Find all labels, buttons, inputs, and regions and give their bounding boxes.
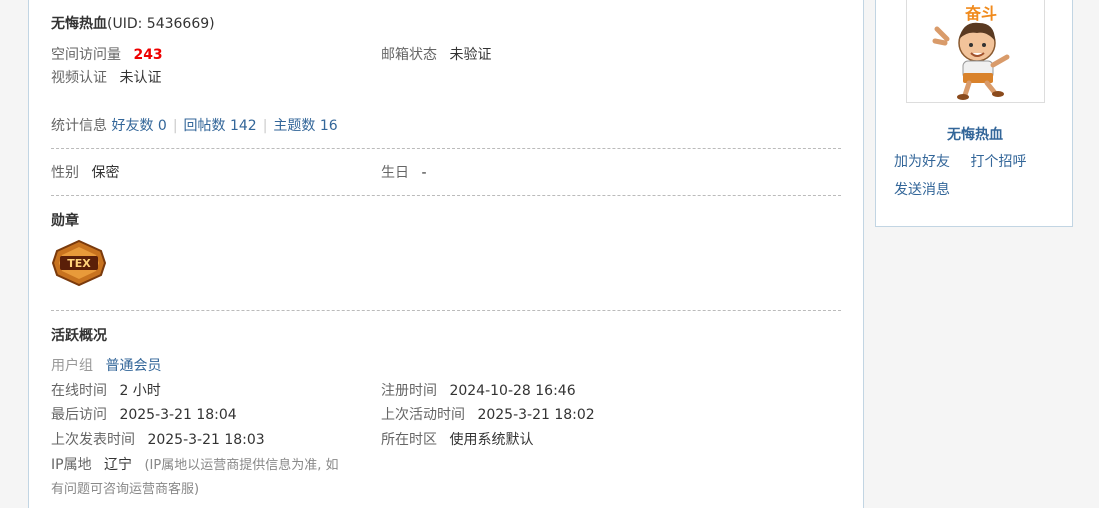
register-time-value: 2024-10-28 16:46: [449, 383, 576, 399]
ip-note: (IP属地以运营商提供信息为准, 如: [144, 458, 339, 473]
user-group-label: 用户组: [51, 358, 93, 374]
video-auth-value: 未认证: [119, 70, 162, 86]
divider: [51, 195, 841, 196]
last-visit-row: 最后访问 2025-3-21 18:04: [51, 404, 237, 424]
online-time-value: 2 小时: [119, 383, 161, 399]
birthday-row: 生日 -: [381, 162, 427, 182]
user-group-link[interactable]: 普通会员: [105, 358, 161, 374]
last-post-row: 上次发表时间 2025-3-21 18:03: [51, 429, 265, 449]
register-time-label: 注册时间: [381, 383, 437, 399]
online-time-row: 在线时间 2 小时: [51, 380, 161, 400]
visits-count: 243: [133, 47, 163, 63]
last-visit-label: 最后访问: [51, 407, 107, 423]
last-active-label: 上次活动时间: [381, 407, 465, 423]
avatar-caption: 奋斗: [964, 4, 997, 23]
email-status-label: 邮箱状态: [381, 47, 437, 63]
medals-heading: 勋章: [51, 213, 79, 229]
gender-value: 保密: [91, 165, 120, 181]
profile-main-panel: 无悔热血(UID: 5436669) 空间访问量 243 邮箱状态 未验证 视频…: [28, 0, 864, 508]
profile-title: 无悔热血(UID: 5436669): [51, 13, 215, 33]
timezone-value: 使用系统默认: [449, 432, 534, 448]
friends-count-link[interactable]: 好友数 0: [111, 118, 166, 134]
birthday-value: -: [421, 165, 427, 181]
last-active-value: 2025-3-21 18:02: [477, 407, 595, 423]
ip-note-continued: 有问题可咨询运营商客服): [51, 482, 200, 497]
stats-label: 统计信息: [51, 118, 107, 134]
greet-link[interactable]: 打个招呼: [970, 154, 1026, 170]
stats-separator: |: [262, 118, 268, 134]
timezone-label: 所在时区: [381, 432, 437, 448]
profile-sidebar: 奋斗 无悔热血 加为好友 打个招呼 发送消息: [875, 0, 1073, 227]
gender-row: 性别 保密: [51, 162, 119, 182]
uid: (UID: 5436669): [107, 16, 215, 32]
send-message-link[interactable]: 发送消息: [894, 182, 950, 198]
gender-label: 性别: [51, 165, 79, 181]
user-group-row: 用户组 普通会员: [51, 355, 161, 375]
visits-row: 空间访问量 243: [51, 44, 163, 64]
ip-location-row: IP属地 辽宁 (IP属地以运营商提供信息为准, 如: [51, 454, 339, 474]
medal-text: TEX: [67, 257, 91, 270]
threads-count-link[interactable]: 主题数 16: [273, 118, 337, 134]
stats-separator: |: [172, 118, 178, 134]
online-time-label: 在线时间: [51, 383, 107, 399]
stats-row: 统计信息 好友数 0 | 回帖数 142 | 主题数 16: [51, 115, 338, 135]
sidebar-username-link[interactable]: 无悔热血: [947, 127, 1003, 143]
timezone-row: 所在时区 使用系统默认: [381, 429, 533, 449]
last-post-label: 上次发表时间: [51, 432, 135, 448]
email-status-value: 未验证: [449, 47, 492, 63]
last-active-row: 上次活动时间 2025-3-21 18:02: [381, 404, 595, 424]
activity-heading: 活跃概况: [51, 328, 107, 344]
cartoon-avatar-icon: 奋斗: [932, 4, 1010, 100]
username: 无悔热血: [51, 16, 107, 32]
avatar[interactable]: 奋斗: [906, 0, 1045, 103]
video-auth-row: 视频认证 未认证: [51, 67, 161, 87]
last-post-value: 2025-3-21 18:03: [147, 432, 265, 448]
tex-medal-icon[interactable]: TEX: [51, 239, 107, 287]
ip-location-label: IP属地: [51, 457, 92, 473]
replies-count-link[interactable]: 回帖数 142: [184, 118, 257, 134]
last-visit-value: 2025-3-21 18:04: [119, 407, 237, 423]
sidebar-actions: 加为好友 打个招呼: [894, 151, 1026, 171]
visits-label: 空间访问量: [51, 47, 121, 63]
add-friend-link[interactable]: 加为好友: [894, 154, 950, 170]
divider: [51, 148, 841, 149]
email-status-row: 邮箱状态 未验证: [381, 44, 491, 64]
divider: [51, 310, 841, 311]
video-auth-label: 视频认证: [51, 70, 107, 86]
birthday-label: 生日: [381, 165, 409, 181]
ip-location-value: 辽宁: [104, 457, 133, 473]
register-time-row: 注册时间 2024-10-28 16:46: [381, 380, 576, 400]
